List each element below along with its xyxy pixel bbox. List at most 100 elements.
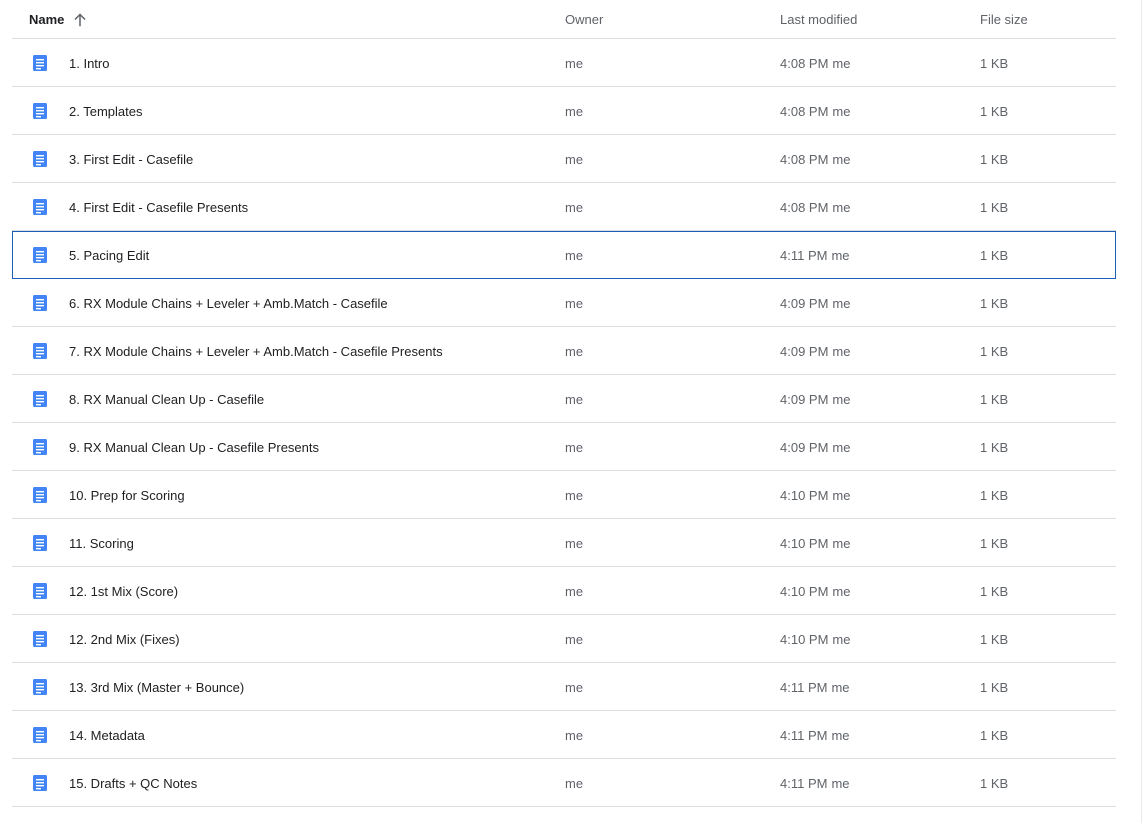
file-name[interactable]: 9. RX Manual Clean Up - Casefile Present… bbox=[69, 440, 319, 456]
google-doc-icon bbox=[33, 727, 47, 743]
file-name[interactable]: 12. 2nd Mix (Fixes) bbox=[69, 632, 180, 648]
file-last-modified: 4:10 PM me bbox=[780, 536, 850, 552]
modified-by: me bbox=[832, 584, 851, 599]
google-doc-icon bbox=[33, 103, 47, 119]
google-doc-icon bbox=[33, 199, 47, 215]
file-last-modified: 4:09 PM me bbox=[780, 296, 850, 312]
file-row[interactable]: 4. First Edit - Casefile Presents me 4:0… bbox=[12, 183, 1116, 231]
google-doc-icon bbox=[33, 583, 47, 599]
file-name[interactable]: 4. First Edit - Casefile Presents bbox=[69, 200, 248, 216]
file-size: 1 KB bbox=[980, 440, 1009, 455]
file-name[interactable]: 11. Scoring bbox=[69, 536, 134, 552]
file-list: Name Owner Last modified File size 1. In… bbox=[12, 0, 1116, 807]
modified-by: me bbox=[832, 56, 851, 71]
file-row[interactable]: 12. 1st Mix (Score) me 4:10 PM me 1 KB bbox=[12, 567, 1116, 615]
modified-by: me bbox=[832, 488, 851, 503]
file-owner: me bbox=[565, 728, 584, 743]
modified-by: me bbox=[832, 632, 851, 647]
file-name[interactable]: 13. 3rd Mix (Master + Bounce) bbox=[69, 680, 244, 696]
file-size: 1 KB bbox=[980, 296, 1009, 311]
google-doc-icon bbox=[33, 55, 47, 71]
file-row[interactable]: 14. Metadata me 4:11 PM me 1 KB bbox=[12, 711, 1116, 759]
modified-time: 4:08 PM bbox=[780, 200, 829, 215]
file-row[interactable]: 7. RX Module Chains + Leveler + Amb.Matc… bbox=[12, 327, 1116, 375]
google-doc-icon bbox=[33, 679, 47, 695]
file-row[interactable]: 3. First Edit - Casefile me 4:08 PM me 1 … bbox=[12, 135, 1116, 183]
file-last-modified: 4:11 PM me bbox=[780, 728, 850, 744]
modified-by: me bbox=[832, 440, 851, 455]
modified-time: 4:10 PM bbox=[780, 632, 829, 647]
file-name[interactable]: 12. 1st Mix (Score) bbox=[69, 584, 178, 600]
file-size: 1 KB bbox=[980, 200, 1009, 215]
file-last-modified: 4:09 PM me bbox=[780, 344, 850, 360]
file-row[interactable]: 2. Templates me 4:08 PM me 1 KB bbox=[12, 87, 1116, 135]
google-doc-icon bbox=[33, 391, 47, 407]
column-header-owner[interactable]: Owner bbox=[565, 12, 603, 28]
column-header-file-size[interactable]: File size bbox=[980, 12, 1028, 28]
google-doc-icon bbox=[33, 343, 47, 359]
file-last-modified: 4:09 PM me bbox=[780, 440, 850, 456]
file-size: 1 KB bbox=[980, 392, 1009, 407]
arrow-up-icon[interactable] bbox=[73, 13, 87, 27]
modified-by: me bbox=[832, 104, 851, 119]
file-size: 1 KB bbox=[980, 104, 1009, 119]
file-last-modified: 4:11 PM me bbox=[780, 776, 850, 792]
modified-by: me bbox=[832, 536, 851, 551]
google-doc-icon bbox=[33, 631, 47, 647]
modified-time: 4:09 PM bbox=[780, 440, 829, 455]
file-size: 1 KB bbox=[980, 536, 1009, 551]
google-doc-icon bbox=[33, 295, 47, 311]
file-owner: me bbox=[565, 776, 584, 791]
file-last-modified: 4:08 PM me bbox=[780, 200, 850, 216]
file-owner: me bbox=[565, 248, 584, 263]
file-name[interactable]: 10. Prep for Scoring bbox=[69, 488, 185, 504]
file-name[interactable]: 5. Pacing Edit bbox=[69, 248, 149, 264]
file-name[interactable]: 6. RX Module Chains + Leveler + Amb.Matc… bbox=[69, 296, 388, 312]
file-row[interactable]: 1. Intro me 4:08 PM me 1 KB bbox=[12, 39, 1116, 87]
modified-time: 4:11 PM bbox=[780, 680, 828, 695]
file-name[interactable]: 8. RX Manual Clean Up - Casefile bbox=[69, 392, 264, 408]
file-row[interactable]: 5. Pacing Edit me 4:11 PM me 1 KB bbox=[12, 231, 1116, 279]
modified-time: 4:11 PM bbox=[780, 728, 828, 743]
file-row[interactable]: 11. Scoring me 4:10 PM me 1 KB bbox=[12, 519, 1116, 567]
file-size: 1 KB bbox=[980, 56, 1009, 71]
file-row[interactable]: 6. RX Module Chains + Leveler + Amb.Matc… bbox=[12, 279, 1116, 327]
modified-time: 4:10 PM bbox=[780, 536, 829, 551]
modified-time: 4:08 PM bbox=[780, 152, 829, 167]
modified-by: me bbox=[832, 392, 851, 407]
file-owner: me bbox=[565, 536, 584, 551]
google-doc-icon bbox=[33, 535, 47, 551]
file-owner: me bbox=[565, 440, 584, 455]
file-name[interactable]: 7. RX Module Chains + Leveler + Amb.Matc… bbox=[69, 344, 443, 360]
file-row[interactable]: 15. Drafts + QC Notes me 4:11 PM me 1 KB bbox=[12, 759, 1116, 807]
column-header-last-modified[interactable]: Last modified bbox=[780, 12, 857, 28]
modified-by: me bbox=[831, 248, 850, 263]
file-row[interactable]: 9. RX Manual Clean Up - Casefile Present… bbox=[12, 423, 1116, 471]
file-rows: 1. Intro me 4:08 PM me 1 KB 2. Templates … bbox=[12, 39, 1116, 807]
file-size: 1 KB bbox=[980, 248, 1009, 263]
file-last-modified: 4:08 PM me bbox=[780, 56, 850, 72]
modified-time: 4:08 PM bbox=[780, 56, 829, 71]
column-header-name[interactable]: Name bbox=[29, 12, 87, 28]
file-row[interactable]: 12. 2nd Mix (Fixes) me 4:10 PM me 1 KB bbox=[12, 615, 1116, 663]
modified-time: 4:11 PM bbox=[780, 776, 828, 791]
modified-time: 4:09 PM bbox=[780, 296, 829, 311]
file-row[interactable]: 13. 3rd Mix (Master + Bounce) me 4:11 PM… bbox=[12, 663, 1116, 711]
scrollbar-edge bbox=[1141, 0, 1142, 823]
file-name[interactable]: 2. Templates bbox=[69, 104, 142, 120]
file-size: 1 KB bbox=[980, 152, 1009, 167]
file-last-modified: 4:11 PM me bbox=[780, 680, 850, 696]
google-doc-icon bbox=[33, 151, 47, 167]
google-doc-icon bbox=[33, 439, 47, 455]
file-row[interactable]: 8. RX Manual Clean Up - Casefile me 4:09… bbox=[12, 375, 1116, 423]
file-last-modified: 4:09 PM me bbox=[780, 392, 850, 408]
file-name[interactable]: 15. Drafts + QC Notes bbox=[69, 776, 197, 792]
file-name[interactable]: 3. First Edit - Casefile bbox=[69, 152, 193, 168]
file-name[interactable]: 1. Intro bbox=[69, 56, 109, 72]
file-owner: me bbox=[565, 296, 584, 311]
modified-time: 4:10 PM bbox=[780, 584, 829, 599]
file-name[interactable]: 14. Metadata bbox=[69, 728, 145, 744]
file-row[interactable]: 10. Prep for Scoring me 4:10 PM me 1 KB bbox=[12, 471, 1116, 519]
file-last-modified: 4:10 PM me bbox=[780, 488, 850, 504]
file-owner: me bbox=[565, 632, 584, 647]
